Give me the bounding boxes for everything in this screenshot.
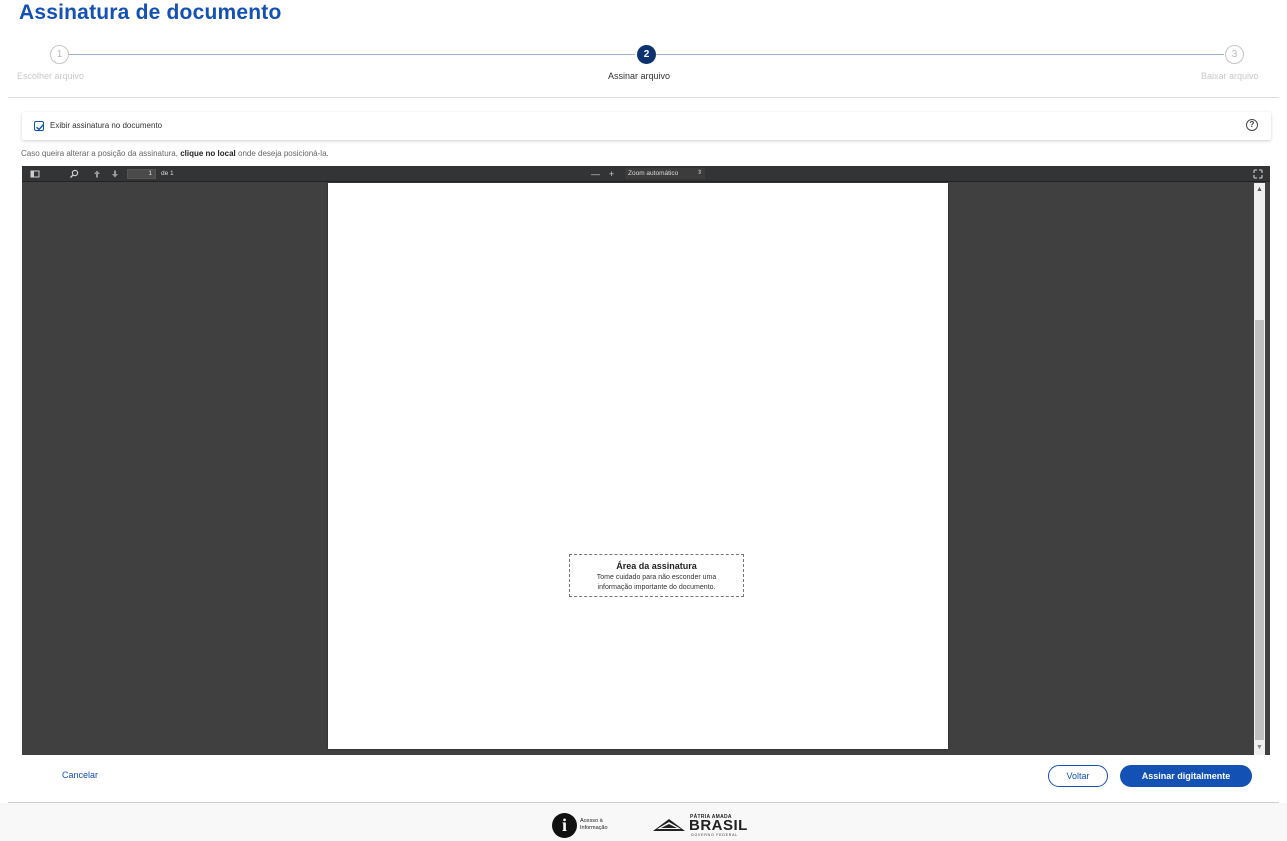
page-number-input[interactable]: 1	[127, 169, 156, 179]
hint-bold-text: clique no local	[180, 149, 236, 158]
zoom-select-value: Zoom automático	[628, 170, 679, 177]
show-signature-label[interactable]: Exibir assinatura no documento	[50, 121, 162, 130]
step-1-indicator: 1	[50, 45, 69, 64]
show-signature-checkbox[interactable]	[34, 121, 45, 131]
signature-area-title: Área da assinatura	[616, 561, 697, 571]
position-hint: Caso queira alterar a posição da assinat…	[21, 149, 329, 158]
stepper: 1 Escolher arquivo 2 Assinar arquivo 3 B…	[0, 44, 1287, 98]
cancel-link[interactable]: Cancelar	[62, 770, 98, 780]
zoom-out-icon[interactable]: —	[591, 169, 600, 179]
footer: i Acesso à Informação PÁTRIA AMADA BRASI…	[0, 803, 1287, 841]
scroll-up-arrow-icon[interactable]: ▲	[1255, 185, 1264, 195]
checkmark-icon	[36, 124, 45, 131]
signature-area-text: informação importante do documento.	[597, 584, 716, 591]
step-connector	[69, 54, 635, 55]
step-2-indicator: 2	[637, 45, 656, 64]
acesso-line-1: Acesso à	[580, 818, 603, 824]
acesso-line-2: Informação	[580, 825, 608, 831]
hint-text: Caso queira alterar a posição da assinat…	[21, 149, 181, 158]
step-2-label: Assinar arquivo	[608, 71, 671, 81]
signature-options-card: Exibir assinatura no documento ?	[22, 112, 1271, 140]
next-page-icon[interactable]	[110, 169, 120, 179]
page-title: Assinatura de documento	[19, 1, 282, 24]
help-circle-icon[interactable]: ?	[1246, 119, 1258, 131]
search-icon[interactable]	[69, 169, 79, 179]
previous-page-icon[interactable]	[92, 169, 102, 179]
chevron-updown-icon: ⇕	[696, 170, 702, 176]
back-button[interactable]: Voltar	[1048, 765, 1108, 787]
acesso-informacao-logo[interactable]: i Acesso à Informação	[552, 813, 632, 839]
info-icon: i	[561, 815, 567, 835]
sign-digitally-button[interactable]: Assinar digitalmente	[1120, 765, 1252, 787]
page-count: de 1	[161, 170, 174, 177]
step-1-label: Escolher arquivo	[17, 71, 85, 81]
signature-area[interactable]: Área da assinatura Tome cuidado para não…	[569, 554, 744, 597]
step-3-label: Baixar arquivo	[1201, 71, 1259, 81]
brasil-governo-logo[interactable]: PÁTRIA AMADA BRASIL GOVERNO FEDERAL	[651, 814, 761, 838]
step-connector	[656, 54, 1224, 55]
pdf-viewer[interactable]: 1 de 1 — + Zoom automático ⇕ Área da ass…	[22, 166, 1270, 755]
pdf-toolbar: 1 de 1 — + Zoom automático ⇕	[22, 166, 1270, 182]
step-3-indicator: 3	[1225, 45, 1244, 64]
acesso-logo-text: Acesso à Informação	[580, 818, 608, 832]
scroll-down-arrow-icon[interactable]: ▼	[1255, 743, 1264, 753]
divider	[8, 97, 1279, 98]
pdf-page[interactable]: Área da assinatura Tome cuidado para não…	[328, 183, 948, 749]
zoom-in-icon[interactable]: +	[609, 169, 614, 179]
hint-text-end: onde deseja posicioná-la.	[235, 149, 329, 158]
scrollbar-thumb[interactable]	[1255, 320, 1264, 740]
scrollbar[interactable]: ▲ ▼	[1254, 183, 1265, 755]
sidebar-toggle-icon[interactable]	[30, 169, 40, 179]
brasil-flag-icon	[653, 819, 685, 831]
brasil-logo-sub: GOVERNO FEDERAL	[691, 833, 739, 837]
fullscreen-icon[interactable]	[1253, 169, 1263, 179]
zoom-select[interactable]: Zoom automático ⇕	[625, 168, 705, 179]
brasil-logo-main: BRASIL	[689, 817, 748, 834]
signature-area-text: Tome cuidado para não esconder uma	[596, 574, 717, 581]
